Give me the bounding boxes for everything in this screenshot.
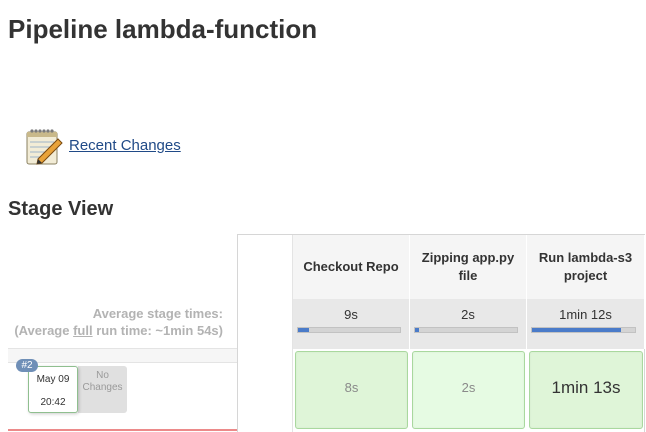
stage-header: Checkout Repo [293, 235, 410, 299]
stage-average-progress-fill [532, 328, 621, 332]
average-stage-times-label: Average stage times: (Average full run t… [3, 305, 223, 339]
stage-cell-time: 2s [461, 380, 476, 395]
build-date: May 09 [36, 374, 70, 385]
stage-average: 1min 12s [527, 299, 645, 349]
stage-column-zipping-app: Zipping app.py file 2s 2s [410, 235, 527, 432]
stage-average-time: 2s [461, 307, 475, 322]
stage-cell-success[interactable]: 1min 13s [529, 351, 643, 429]
stage-header: Run lambda-s3 project [527, 235, 645, 299]
stage-view-title: Stage View [8, 198, 114, 220]
build-date-box[interactable]: May 09 20:42 [28, 366, 78, 413]
stage-average-time: 9s [344, 307, 358, 322]
average-full-word: full [73, 323, 93, 338]
stage-average-progress-fill [298, 328, 310, 332]
notepad-pencil-icon[interactable] [24, 125, 66, 167]
build-time: 20:42 [40, 397, 66, 408]
stage-column-run-lambda-s3: Run lambda-s3 project 1min 12s 1min 13s [527, 235, 645, 432]
recent-changes-link[interactable]: Recent Changes [69, 137, 181, 154]
page-title: Pipeline lambda-function [8, 14, 318, 44]
stage-average-progress-bar [414, 327, 518, 333]
no-changes-box[interactable]: No Changes [78, 366, 127, 413]
stage-average-progress-bar [297, 327, 401, 333]
stage-cell-success[interactable]: 8s [295, 351, 408, 429]
build-number-badge[interactable]: #2 [16, 359, 38, 372]
stage-table-spacer [238, 235, 293, 432]
stage-average-time: 1min 12s [559, 307, 612, 322]
stage-column-checkout-repo: Checkout Repo 9s 8s [293, 235, 410, 432]
run-row-header-strip [8, 348, 237, 362]
stage-average: 2s [410, 299, 527, 349]
stage-view-table: Checkout Repo 9s 8s Zipping app.py file … [237, 234, 645, 432]
stage-average-progress-bar [531, 327, 636, 333]
stage-average-progress-fill [415, 328, 420, 332]
average-full-prefix: (Average [14, 323, 74, 338]
run-row-bottom-border [8, 429, 237, 431]
stage-average: 9s [293, 299, 410, 349]
stage-cell-success[interactable]: 2s [412, 351, 525, 429]
stage-cell-time: 1min 13s [551, 378, 621, 397]
stage-header: Zipping app.py file [410, 235, 527, 299]
average-full-suffix: run time: ~1min 54s) [92, 323, 223, 338]
average-stage-times-text: Average stage times: [92, 306, 223, 321]
stage-cell-time: 8s [344, 380, 359, 395]
run-row-divider [8, 362, 237, 363]
